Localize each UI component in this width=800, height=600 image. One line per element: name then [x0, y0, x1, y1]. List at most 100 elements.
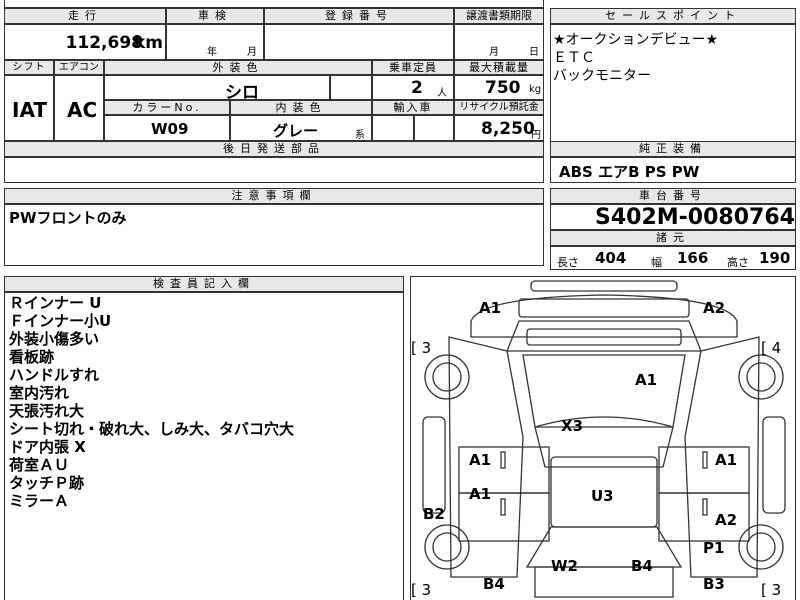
- damage-rear-right-side: P1: [703, 539, 725, 557]
- color-no-header: カラーNo.: [104, 100, 230, 115]
- damage-front-right: A2: [703, 299, 726, 317]
- registration-cell: [264, 24, 454, 60]
- import-cell-b: [414, 115, 454, 141]
- inspector-note: 室内汚れ: [9, 384, 70, 402]
- inspector-note: ハンドルすれ: [9, 366, 100, 384]
- sales-point-3: バックモニター: [553, 68, 651, 84]
- inspector-header: 検査員記入欄: [4, 276, 404, 292]
- transfer-day: 日: [529, 47, 539, 58]
- exterior-color-extra: [330, 75, 372, 100]
- notes-header: 注意事項欄: [4, 188, 544, 204]
- options-header: 純正装備: [550, 141, 796, 157]
- interior-color-value: グレー: [273, 122, 319, 140]
- aircon-header: エアコン: [54, 60, 104, 75]
- mileage-unit: km: [133, 33, 163, 53]
- car-diagram: A1 A2 [ 3 [ 4 A1 X3 A1 A1 A1 A2 U3 B2 P1…: [410, 276, 796, 600]
- inspection-header: 車検: [166, 8, 264, 24]
- later-parts-cell: [4, 157, 544, 183]
- options-value: ABS エアB PS PW: [559, 163, 700, 181]
- inspector-note: シート切れ・破れ大、しみ大、タバコ穴大: [9, 420, 295, 438]
- inspector-box: Ｒインナー U Ｆインナー小U 外装小傷多い 看板跡 ハンドルすれ 室内汚れ 天…: [4, 292, 404, 600]
- capacity-value: 2: [411, 78, 423, 98]
- car-outline-svg: [422, 280, 786, 598]
- damage-rear-left-side: B2: [423, 505, 445, 523]
- width-value: 166: [677, 249, 709, 267]
- max-load-header: 最大積載量: [454, 60, 544, 75]
- damage-roof-rear: U3: [591, 487, 614, 505]
- chassis-value: S402M-0080764: [595, 205, 795, 230]
- inspector-note: 天張汚れ大: [9, 402, 85, 420]
- inspection-month: 月: [247, 47, 257, 58]
- damage-roof-front: X3: [561, 417, 584, 435]
- chassis-cell: S402M-0080764: [550, 204, 796, 230]
- inspector-note: 荷室ＡＵ: [9, 456, 70, 474]
- inspector-note: Ｒインナー U: [9, 294, 102, 312]
- shift-value: IAT: [12, 98, 48, 122]
- import-header: 輸入車: [372, 100, 454, 115]
- exterior-color-value: シロ: [225, 83, 259, 100]
- height-value: 190: [759, 249, 791, 267]
- damage-bumper-left: B4: [483, 575, 505, 593]
- max-load-cell: 750 kg: [454, 75, 544, 100]
- length-value: 404: [595, 249, 627, 267]
- interior-color-cell: グレー 系: [230, 115, 372, 141]
- mileage-header: 走行: [4, 8, 166, 24]
- inspector-note: タッチＰ跡: [9, 474, 85, 492]
- capacity-header: 乗車定員: [372, 60, 454, 75]
- max-load-value: 750: [485, 78, 521, 98]
- inspector-note: Ｆインナー小U: [9, 312, 112, 330]
- aircon-cell: AC: [54, 75, 104, 141]
- sales-point-header: セールスポイント: [550, 8, 796, 24]
- later-parts-header: 後日発送部品: [4, 141, 544, 157]
- notes-cell: PWフロントのみ: [4, 204, 544, 266]
- width-label: 幅: [651, 256, 662, 269]
- shift-header: シフト: [4, 60, 54, 75]
- sales-point-1: ★オークションデビュー★: [553, 32, 719, 48]
- damage-corner-right: [ 4: [761, 339, 782, 357]
- specs-header: 諸元: [550, 230, 796, 246]
- inspector-note: 看板跡: [9, 348, 55, 366]
- inspector-note: ミラーＡ: [9, 492, 70, 510]
- interior-color-header: 内装色: [230, 100, 372, 115]
- inspector-note: ドア内張 X: [9, 438, 86, 456]
- sales-point-box: ★オークションデビュー★ ＥＴＣ バックモニター: [550, 24, 796, 158]
- mileage-value: 112,698: [65, 33, 143, 53]
- specs-cell: 長さ 404 幅 166 高さ 190: [550, 246, 796, 270]
- interior-color-suffix: 系: [355, 130, 365, 141]
- options-cell: ABS エアB PS PW: [550, 157, 796, 183]
- transfer-docs-header: 譲渡書類期限: [454, 8, 544, 24]
- transfer-docs-cell: 月 日: [454, 24, 544, 60]
- exterior-color-cell: シロ: [104, 75, 330, 100]
- color-no-value: W09: [151, 120, 189, 138]
- damage-bottom-right: [ 3: [761, 581, 782, 599]
- damage-bottom-left: [ 3: [411, 581, 432, 599]
- registration-header: 登録番号: [264, 8, 454, 24]
- exterior-color-header: 外装色: [104, 60, 372, 75]
- damage-bumper-right: B3: [703, 575, 725, 593]
- max-load-unit: kg: [529, 84, 542, 95]
- damage-door-rr: A2: [715, 511, 738, 529]
- top-strip: [4, 0, 544, 8]
- import-cell-a: [372, 115, 414, 141]
- recycle-value: 8,250: [481, 119, 535, 139]
- inspection-year: 年: [207, 47, 217, 58]
- recycle-cell: 8,250 円: [454, 115, 544, 141]
- damage-door-fl: A1: [469, 451, 492, 469]
- damage-door-fr: A1: [715, 451, 738, 469]
- length-label: 長さ: [557, 256, 579, 269]
- notes-text: PWフロントのみ: [9, 209, 127, 227]
- damage-tail-left: W2: [551, 557, 578, 575]
- chassis-header: 車台番号: [550, 188, 796, 204]
- capacity-cell: 2 人: [372, 75, 454, 100]
- recycle-unit: 円: [531, 130, 541, 141]
- shift-cell: IAT: [4, 75, 54, 141]
- transfer-month: 月: [489, 47, 499, 58]
- damage-corner-left: [ 3: [411, 339, 432, 357]
- mileage-cell: 112,698 km: [4, 24, 166, 60]
- damage-front-left: A1: [479, 299, 502, 317]
- capacity-unit: 人: [437, 88, 447, 99]
- inspector-note: 外装小傷多い: [9, 330, 100, 348]
- sales-point-2: ＥＴＣ: [553, 50, 595, 66]
- aircon-value: AC: [67, 98, 98, 122]
- damage-door-rl: A1: [469, 485, 492, 503]
